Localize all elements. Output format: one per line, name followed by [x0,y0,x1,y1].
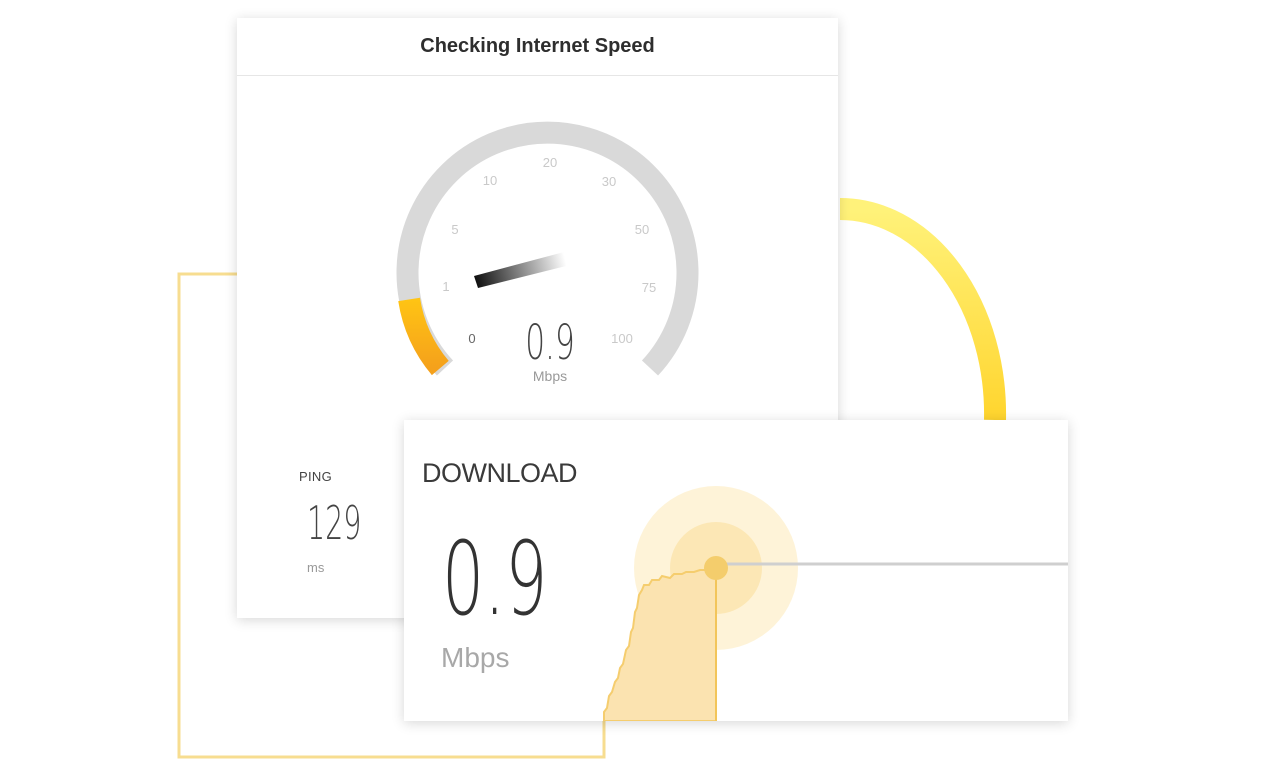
gauge-tick-label: 20 [543,155,557,170]
graph-current-point [704,556,728,580]
speedometer-gauge: 0 1 5 10 20 30 50 75 100 0.9 Mbps [396,121,699,384]
gauge-speed-value: 0.9 [525,314,575,371]
gauge-tick-label: 30 [602,174,616,189]
gauge-tick-label: 1 [442,279,449,294]
ping-value: 129 [307,496,362,550]
graph-area [603,566,717,721]
gauge-tick-label: 0 [468,331,475,346]
download-label: DOWNLOAD [422,458,578,488]
gauge-speed-unit: Mbps [533,368,567,384]
ping-label: PING [299,469,332,484]
ping-unit: ms [307,560,325,575]
gauge-tick-label: 50 [635,222,649,237]
gauge-progress-fill [398,297,449,376]
gauge-tick-label: 75 [642,280,656,295]
yellow-arc-decoration [839,198,1007,421]
gauge-tick-label: 5 [451,222,458,237]
download-unit: Mbps [441,642,510,673]
gauge-tick-label: 10 [483,173,497,188]
download-card: DOWNLOAD 0.9 Mbps [404,420,1068,721]
gauge-needle [474,252,566,288]
download-value: 0.9 [442,520,548,639]
gauge-tick-label: 100 [611,331,633,346]
